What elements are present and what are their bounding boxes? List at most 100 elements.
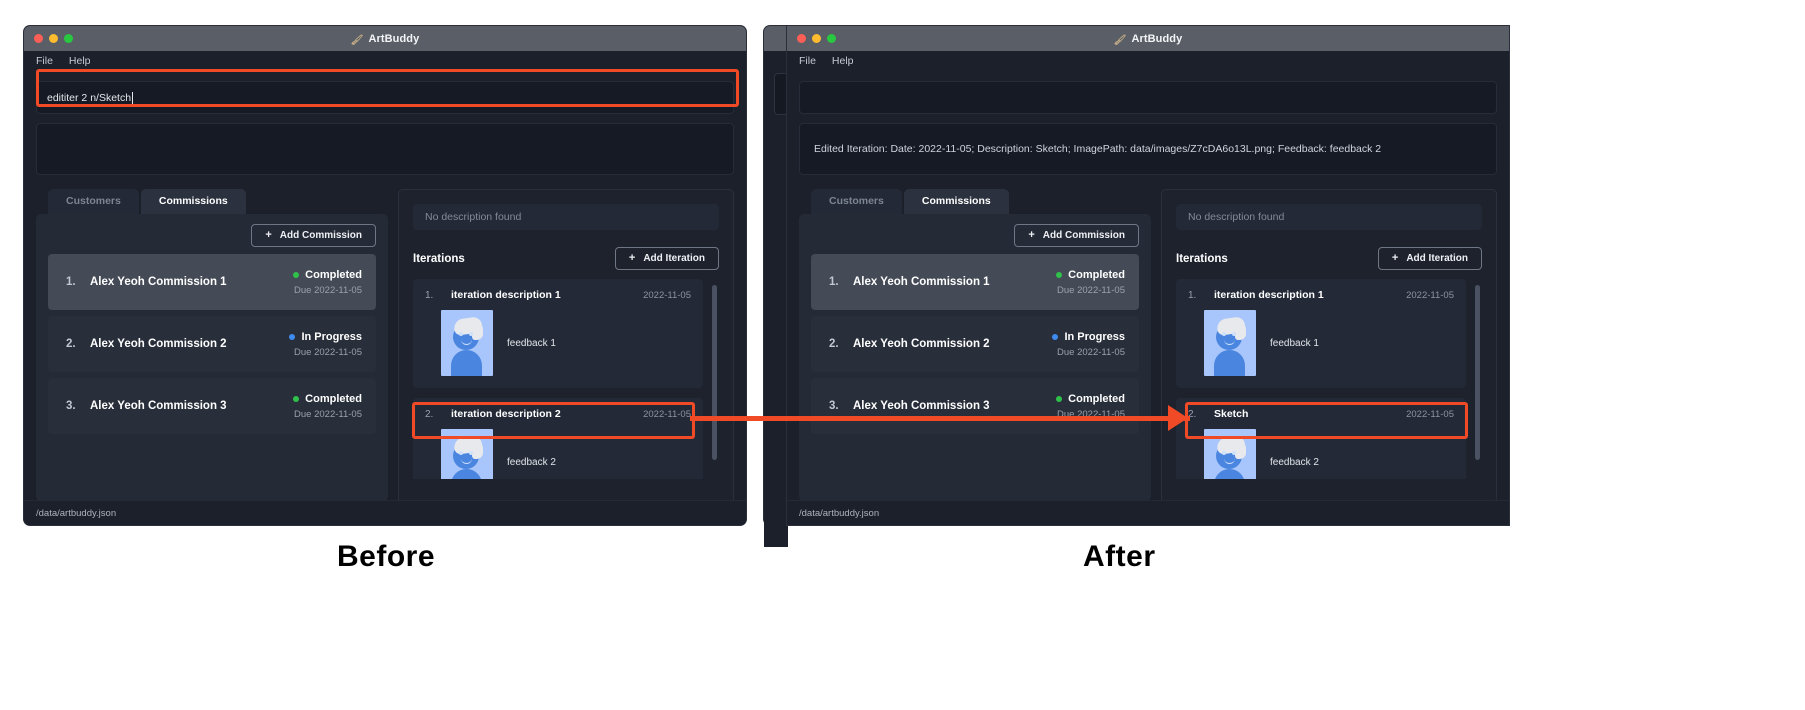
after-topzone: Edited Iteration: Date: 2022-11-05; Desc… bbox=[787, 72, 1509, 175]
close-icon[interactable] bbox=[797, 34, 806, 43]
tab-commissions[interactable]: Commissions bbox=[903, 189, 1009, 214]
commission-row[interactable]: 1. Alex Yeoh Commission 1 Completed Due … bbox=[48, 254, 376, 310]
iteration-date: 2022-11-05 bbox=[1406, 289, 1454, 301]
minimize-icon[interactable] bbox=[49, 34, 58, 43]
avatar-eye-left bbox=[459, 451, 463, 455]
iteration-index: 2. bbox=[425, 408, 434, 420]
command-input[interactable]: edititer 2 n/Sketch bbox=[36, 81, 734, 114]
window-title: 🖌 ArtBuddy bbox=[350, 33, 420, 46]
iteration-card[interactable]: 1. iteration description 1 2022-11-05 fe… bbox=[413, 279, 703, 388]
close-icon[interactable] bbox=[34, 34, 43, 43]
add-iteration-button[interactable]: + Add Iteration bbox=[614, 247, 719, 270]
background-window-titlebar bbox=[764, 26, 788, 51]
menu-help[interactable]: Help bbox=[69, 55, 91, 67]
avatar-eye-left bbox=[1222, 332, 1226, 336]
before-appbody: edititer 2 n/Sketch Customers Commission… bbox=[24, 72, 746, 525]
commission-row[interactable]: 3. Alex Yeoh Commission 3 Completed Due … bbox=[811, 378, 1139, 434]
after-menubar[interactable]: File Help bbox=[787, 51, 1509, 72]
maximize-icon[interactable] bbox=[64, 34, 73, 43]
after-titlebar: 🖌 ArtBuddy bbox=[787, 26, 1509, 51]
after-iterations-header: Iterations + Add Iteration bbox=[1176, 247, 1482, 270]
after-detail-panel: No description found Iterations + Add It… bbox=[1161, 189, 1497, 503]
add-iteration-button[interactable]: + Add Iteration bbox=[1377, 247, 1482, 270]
window-controls[interactable] bbox=[797, 26, 836, 51]
commission-meta: In Progress Due 2022-11-05 bbox=[1052, 331, 1125, 358]
command-input-value: edititer 2 n/Sketch bbox=[47, 91, 132, 104]
add-iteration-label: Add Iteration bbox=[643, 253, 705, 264]
before-iterations-scroll: 1. iteration description 1 2022-11-05 fe… bbox=[413, 279, 719, 479]
menu-help[interactable]: Help bbox=[832, 55, 854, 67]
commission-due: Due 2022-11-05 bbox=[294, 284, 362, 296]
before-menubar[interactable]: File Help bbox=[24, 51, 746, 72]
window-controls[interactable] bbox=[34, 26, 73, 51]
before-window: 🖌 ArtBuddy File Help edititer 2 n/Sketch bbox=[24, 26, 746, 525]
description-placeholder: No description found bbox=[425, 211, 522, 223]
after-right-pane: No description found Iterations + Add It… bbox=[1161, 189, 1497, 503]
plus-icon: + bbox=[628, 252, 636, 264]
command-input[interactable] bbox=[799, 81, 1497, 114]
iteration-thumbnail bbox=[441, 429, 493, 479]
commission-status-label: Completed bbox=[1068, 392, 1125, 405]
avatar-hair-side bbox=[472, 323, 483, 340]
commission-meta: Completed Due 2022-11-05 bbox=[293, 269, 362, 296]
commission-meta: Completed Due 2022-11-05 bbox=[1056, 269, 1125, 296]
iteration-card[interactable]: 2. Sketch 2022-11-05 feedback 2 bbox=[1176, 398, 1466, 479]
after-result-text: Edited Iteration: Date: 2022-11-05; Desc… bbox=[814, 143, 1382, 155]
commission-status-label: Completed bbox=[305, 268, 362, 281]
iteration-index: 2. bbox=[1188, 408, 1197, 420]
iteration-header: 2. Sketch 2022-11-05 bbox=[1188, 408, 1454, 420]
add-commission-button[interactable]: + Add Commission bbox=[251, 224, 376, 247]
status-path: /data/artbuddy.json bbox=[799, 508, 880, 519]
iteration-card[interactable]: 2. iteration description 2 2022-11-05 fe… bbox=[413, 398, 703, 479]
iteration-body: feedback 2 bbox=[1188, 429, 1454, 479]
before-iteration-list: 1. iteration description 1 2022-11-05 fe… bbox=[413, 279, 703, 479]
commission-meta: Completed Due 2022-11-05 bbox=[293, 393, 362, 420]
after-window: 🖌 ArtBuddy File Help Edited Iteration: Da… bbox=[787, 26, 1509, 525]
maximize-icon[interactable] bbox=[827, 34, 836, 43]
commission-status: Completed bbox=[293, 393, 362, 405]
iteration-header: 2. iteration description 2 2022-11-05 bbox=[425, 408, 691, 420]
iteration-feedback: feedback 1 bbox=[1270, 337, 1319, 349]
iteration-card[interactable]: 1. iteration description 1 2022-11-05 fe… bbox=[1176, 279, 1466, 388]
iteration-description: iteration description 2 bbox=[451, 408, 561, 420]
iteration-index: 1. bbox=[1188, 289, 1197, 301]
caption-before: Before bbox=[337, 540, 436, 573]
status-dot-icon bbox=[1056, 395, 1063, 402]
window-title: 🖌 ArtBuddy bbox=[1114, 33, 1183, 46]
after-left-pane: Customers Commissions + Add Commission 1… bbox=[799, 189, 1151, 503]
commission-row[interactable]: 3. Alex Yeoh Commission 3 Completed Due … bbox=[48, 378, 376, 434]
status-dot-icon bbox=[1056, 271, 1063, 278]
iteration-feedback: feedback 1 bbox=[507, 337, 556, 349]
iterations-heading: Iterations bbox=[1176, 252, 1228, 265]
commission-index: 1. bbox=[66, 276, 76, 288]
commission-row[interactable]: 1. Alex Yeoh Commission 1 Completed Due … bbox=[811, 254, 1139, 310]
add-commission-button[interactable]: + Add Commission bbox=[1014, 224, 1139, 247]
tab-customers[interactable]: Customers bbox=[48, 189, 139, 214]
iterations-scrollbar[interactable] bbox=[712, 285, 717, 460]
iterations-scrollbar[interactable] bbox=[1475, 285, 1480, 460]
annotation-arrow-line bbox=[690, 416, 1190, 421]
commission-index: 2. bbox=[829, 338, 839, 350]
iteration-description: iteration description 1 bbox=[1214, 289, 1324, 301]
description-box: No description found bbox=[413, 204, 719, 230]
after-content: Customers Commissions + Add Commission 1… bbox=[799, 189, 1497, 503]
commission-row[interactable]: 2. Alex Yeoh Commission 2 In Progress Du… bbox=[811, 316, 1139, 372]
tab-commissions[interactable]: Commissions bbox=[140, 189, 246, 214]
iteration-index: 1. bbox=[425, 289, 434, 301]
paintbrush-icon: 🖌 bbox=[350, 34, 364, 46]
commission-row[interactable]: 2. Alex Yeoh Commission 2 In Progress Du… bbox=[48, 316, 376, 372]
menu-file[interactable]: File bbox=[36, 55, 53, 67]
commission-status: Completed bbox=[1056, 393, 1125, 405]
avatar-eye-left bbox=[459, 332, 463, 336]
add-commission-label: Add Commission bbox=[1042, 230, 1125, 241]
commission-name: Alex Yeoh Commission 1 bbox=[853, 276, 990, 288]
background-window-body bbox=[764, 73, 795, 547]
after-spacer bbox=[787, 175, 1509, 189]
minimize-icon[interactable] bbox=[812, 34, 821, 43]
tab-customers[interactable]: Customers bbox=[811, 189, 902, 214]
menu-file[interactable]: File bbox=[799, 55, 816, 67]
before-tabs[interactable]: Customers Commissions bbox=[36, 189, 388, 214]
iteration-description: Sketch bbox=[1214, 408, 1249, 420]
text-caret bbox=[132, 91, 134, 104]
after-tabs[interactable]: Customers Commissions bbox=[799, 189, 1151, 214]
